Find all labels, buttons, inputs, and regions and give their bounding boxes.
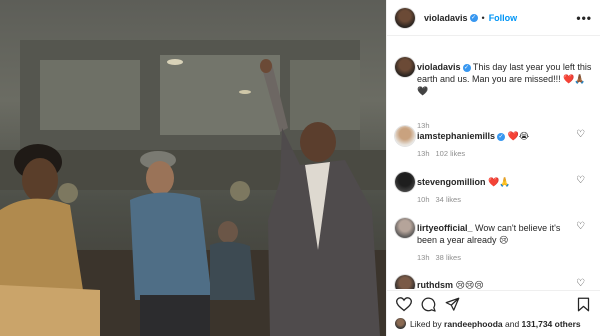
action-bar [387,290,600,316]
commenter-avatar[interactable] [395,218,415,238]
comment-like-heart-icon[interactable]: ♡ [576,278,585,289]
caption-body: violadavis ✓ This day last year you left … [417,61,595,97]
caption-time: 13h [417,121,430,130]
verified-badge-icon: ✓ [462,64,471,72]
comment-likes[interactable]: 102 likes [436,149,466,158]
instagram-post: violadavis ✓ • Follow ••• violadavis ✓ Th… [0,0,600,336]
comment-likes[interactable]: 34 likes [436,195,461,204]
comment-username[interactable]: lirtyeofficial_ [417,223,473,233]
liked-by-prefix: Liked by [410,318,442,329]
commenter-avatar[interactable] [395,275,415,289]
comment-meta: 13h 102 likes [417,149,465,158]
comment-body: iamstephaniemills ✓ ❤️😭 [417,130,557,142]
likes-summary: Liked by randeephooda and 131,734 others [395,318,600,329]
comment-text: 😢😢😢 [455,280,484,289]
more-options-icon[interactable]: ••• [576,11,592,25]
liker-avatar[interactable] [395,318,406,329]
post-side-panel: violadavis ✓ • Follow ••• violadavis ✓ Th… [386,0,600,336]
bookmark-icon[interactable] [577,297,590,312]
author-avatar[interactable] [395,7,415,28]
comment-like-heart-icon[interactable]: ♡ [576,221,585,232]
comment-like-heart-icon[interactable]: ♡ [576,175,585,186]
comment-time: 13h [417,253,430,262]
verified-badge-icon: ✓ [497,133,506,141]
comment-username[interactable]: ruthdsm [417,280,453,289]
liked-by-user[interactable]: randeephooda [444,319,503,329]
comment-time: 13h [417,149,430,158]
post-header: violadavis ✓ • Follow ••• [387,0,600,36]
share-icon[interactable] [445,297,460,312]
follow-button[interactable]: Follow [489,13,518,23]
author-username[interactable]: violadavis [424,13,468,23]
comment-time: 10h [417,195,430,204]
photo-scene [0,40,386,336]
comment-icon[interactable] [421,297,436,312]
comment-username[interactable]: stevengomillion [417,177,486,187]
comment-like-heart-icon[interactable]: ♡ [576,129,585,140]
comment-text: ❤️🙏 [488,177,511,187]
liked-by-others[interactable]: 131,734 others [522,319,581,329]
commenter-avatar[interactable] [395,172,415,192]
comment-body: stevengomillion ❤️🙏 [417,176,557,188]
comment-body: lirtyeofficial_ Wow can't believe it's b… [417,222,567,246]
comment-meta: 13h 38 likes [417,253,461,262]
caption-avatar[interactable] [395,57,415,77]
comment-body: ruthdsm 😢😢😢 [417,279,557,289]
comment-text: ❤️😭 [507,131,530,141]
comment-meta: 10h 34 likes [417,195,461,204]
comments-list[interactable]: violadavis ✓ This day last year you left … [387,37,600,289]
comment-username[interactable]: iamstephaniemills [417,131,495,141]
post-photo[interactable] [0,0,386,336]
liked-by-and: and [504,318,520,329]
commenter-avatar[interactable] [395,126,415,146]
caption-username[interactable]: violadavis [417,62,461,72]
verified-badge-icon: ✓ [469,13,478,22]
comment-likes[interactable]: 38 likes [436,253,461,262]
header-separator: • [481,12,485,23]
heart-icon[interactable] [396,297,412,312]
